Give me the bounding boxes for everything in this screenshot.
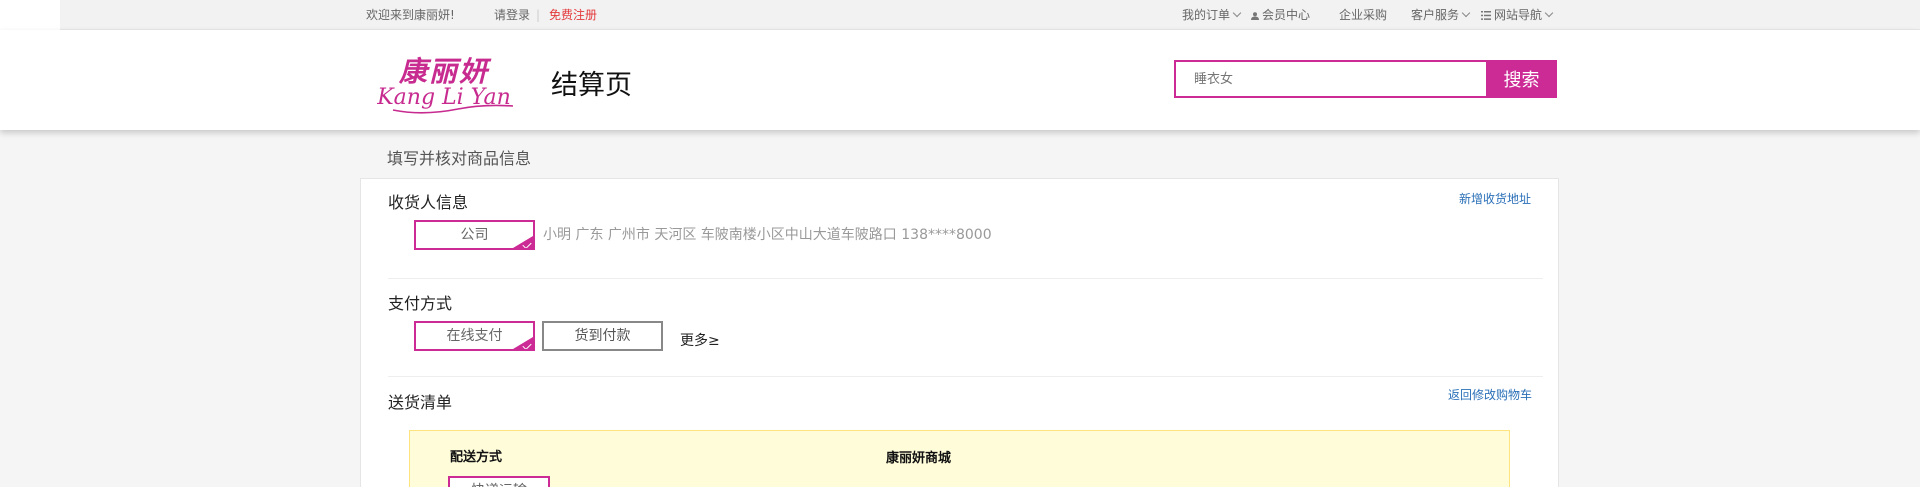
payment-title: 支付方式 xyxy=(388,294,453,313)
search-button[interactable]: 搜索 xyxy=(1486,60,1557,98)
chevron-down-icon xyxy=(1544,8,1554,18)
pay-online-option[interactable]: 在线支付 xyxy=(414,321,535,351)
member-center-label: 会员中心 xyxy=(1262,8,1311,22)
receiver-title: 收货人信息 xyxy=(388,193,469,212)
receiver-address: 小明 广东 广州市 天河区 车陂南楼小区中山大道车陂路口 138****8000 xyxy=(543,227,992,243)
page-title: 结算页 xyxy=(551,70,632,101)
chevron-down-icon xyxy=(1232,8,1242,18)
divider xyxy=(388,376,1543,377)
cash-on-delivery-option[interactable]: 货到付款 xyxy=(542,321,663,351)
address-tag-company[interactable]: 公司 xyxy=(414,220,535,250)
delivery-method-label: 配送方式 xyxy=(450,450,503,465)
back-to-cart-link[interactable]: 返回修改购物车 xyxy=(1448,386,1532,403)
member-center-link[interactable]: 会员中心 xyxy=(1251,0,1310,30)
checkout-panel: 收货人信息 新增收货地址 公司 小明 广东 广州市 天河区 车陂南楼小区中山大道… xyxy=(360,178,1559,487)
express-delivery-option[interactable]: 快递运输 xyxy=(448,476,550,487)
my-orders-menu[interactable]: 我的订单 xyxy=(1182,0,1242,30)
welcome-text: 欢迎来到康丽妍! xyxy=(366,8,455,22)
customer-service-label: 客户服务 xyxy=(1411,8,1460,22)
add-address-link[interactable]: 新增收货地址 xyxy=(1459,190,1531,207)
logo-cn-text: 康丽妍 xyxy=(398,55,492,88)
topbar-divider: | xyxy=(536,8,541,22)
address-tag-label: 公司 xyxy=(460,227,489,243)
site-nav-label: 网站导航 xyxy=(1494,8,1543,22)
login-link[interactable]: 请登录 xyxy=(494,0,530,30)
search-input[interactable] xyxy=(1174,60,1486,98)
kangliyan-logo[interactable]: 康丽妍 Kang Li Yan xyxy=(363,54,525,116)
delivery-box: 配送方式 康丽妍商城 快递运输 xyxy=(409,430,1510,487)
customer-service-menu[interactable]: 客户服务 xyxy=(1411,0,1471,30)
more-payment-link[interactable]: 更多≥ xyxy=(680,330,720,350)
pay-online-label: 在线支付 xyxy=(446,328,503,344)
header: 康丽妍 Kang Li Yan 结算页 搜索 xyxy=(0,30,1920,130)
list-icon xyxy=(1481,11,1491,20)
delivery-list-title: 送货清单 xyxy=(388,393,453,412)
user-icon xyxy=(1251,12,1259,20)
site-nav-menu[interactable]: 网站导航 xyxy=(1481,0,1554,30)
register-link[interactable]: 免费注册 xyxy=(549,0,597,30)
divider xyxy=(388,278,1543,279)
enterprise-purchase-link[interactable]: 企业采购 xyxy=(1339,0,1387,30)
section-title: 填写并核对商品信息 xyxy=(387,149,532,168)
store-name: 康丽妍商城 xyxy=(886,451,952,466)
chevron-down-icon xyxy=(1461,8,1471,18)
top-bar-left-pad xyxy=(0,0,60,30)
my-orders-label: 我的订单 xyxy=(1182,8,1231,22)
top-bar: 欢迎来到康丽妍! 请登录 | 免费注册 我的订单 会员中心 企业采购 客户服务 … xyxy=(0,0,1920,30)
